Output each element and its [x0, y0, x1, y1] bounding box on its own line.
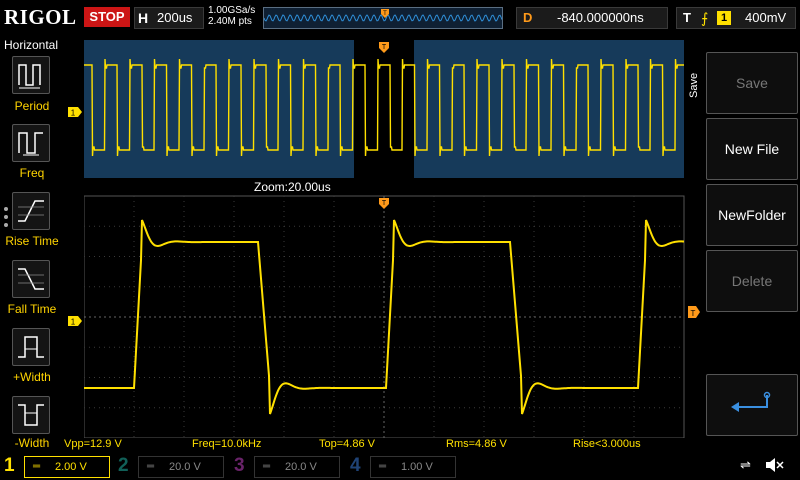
horizontal-measure-menu: Horizontal Period Freq Rise Time Fall Ti… [0, 38, 62, 452]
dc-coupling-icon: ═ [263, 461, 271, 472]
channel-2-scale-box: ═ 20.0 V [138, 456, 224, 478]
delete-button[interactable]: Delete [706, 250, 798, 312]
negative-width-icon[interactable] [12, 396, 50, 434]
trigger-source: 1 [717, 11, 731, 25]
rising-edge-icon: ⨍ [701, 10, 709, 26]
menu-page-dots [2, 206, 10, 235]
channel-2-number: 2 [118, 455, 129, 476]
speaker-muted-icon[interactable] [764, 456, 784, 479]
zoom-window [354, 40, 414, 178]
svg-text:1: 1 [71, 318, 76, 327]
delay-value: -840.000000ns [557, 10, 644, 25]
channel-1-scale-box: ═ 2.00 V [24, 456, 110, 478]
dc-coupling-icon: ═ [33, 461, 41, 472]
acquisition-info: 1.00GSa/s 2.40M pts [208, 5, 255, 27]
save-button[interactable]: Save [706, 52, 798, 114]
timebase-box[interactable]: H 200us [134, 7, 204, 29]
svg-text:T: T [382, 44, 387, 51]
channel-4-scale: 1.00 V [401, 461, 433, 473]
channel-2-scale: 20.0 V [169, 461, 201, 473]
left-menu-title: Horizontal [3, 38, 59, 52]
status-bar: RIGOL STOP H 200us 1.00GSa/s 2.40M pts T… [0, 0, 800, 36]
new-file-button[interactable]: New File [706, 118, 798, 180]
measurement-rms: Rms=4.86 V [446, 438, 507, 450]
channel-4-scale-box: ═ 1.00 V [370, 456, 456, 478]
freq-label[interactable]: Freq [0, 166, 64, 180]
positive-width-icon[interactable] [12, 328, 50, 366]
channel-3-number: 3 [234, 455, 245, 476]
timebase-letter: H [138, 10, 149, 26]
trigger-level: 400mV [745, 10, 787, 25]
timebase-value: 200us [157, 10, 193, 25]
measurement-top: Top=4.86 V [319, 438, 375, 450]
freq-icon[interactable] [12, 124, 50, 162]
measurement-rise: Rise<3.000us [573, 438, 641, 450]
channel-1-scale: 2.00 V [55, 461, 87, 473]
run-stop-indicator[interactable]: STOP [84, 7, 130, 27]
ch1-offset-marker[interactable]: 1 [68, 313, 82, 331]
trigger-letter: T [683, 10, 691, 25]
delay-box[interactable]: D -840.000000ns [516, 7, 668, 29]
svg-text:T: T [691, 309, 696, 318]
svg-text:1: 1 [71, 109, 76, 118]
save-menu: Save New File NewFolder Delete [706, 40, 798, 436]
rise-time-label[interactable]: Rise Time [0, 234, 64, 248]
period-icon[interactable] [12, 56, 50, 94]
zoom-timebase-label: Zoom:20.00us [254, 180, 331, 194]
channel-3-scale: 20.0 V [285, 461, 317, 473]
memory-overview[interactable]: T [263, 7, 503, 29]
negative-width-label[interactable]: -Width [0, 436, 64, 450]
fall-time-label[interactable]: Fall Time [0, 302, 64, 316]
new-folder-button[interactable]: NewFolder [706, 184, 798, 246]
waveform-canvas: T T T [83, 40, 700, 439]
delay-letter: D [523, 10, 533, 25]
sample-rate: 1.00GSa/s [208, 5, 256, 16]
svg-text:T: T [383, 11, 387, 17]
memory-overview-graphic: T [263, 8, 503, 28]
rise-time-icon[interactable] [12, 192, 50, 230]
dc-coupling-icon: ═ [147, 461, 155, 472]
positive-width-label[interactable]: +Width [0, 370, 64, 384]
enter-icon [731, 391, 771, 412]
right-menu-title: Save [688, 72, 700, 98]
trigger-level-marker: T [688, 306, 700, 318]
svg-text:T: T [382, 200, 387, 207]
measurement-freq: Freq=10.0kHz [192, 438, 262, 450]
fall-time-icon[interactable] [12, 260, 50, 298]
channel-3-scale-box: ═ 20.0 V [254, 456, 340, 478]
dc-coupling-icon: ═ [379, 461, 387, 472]
channel-4-number: 4 [350, 455, 361, 476]
measurement-vpp: Vpp=12.9 V [64, 438, 122, 450]
waveform-display[interactable]: T T T [83, 36, 700, 439]
enter-button[interactable] [706, 374, 798, 436]
channel-1-number: 1 [4, 455, 15, 476]
brand-logo: RIGOL [4, 5, 77, 29]
usb-icon: ⇌ [740, 457, 751, 472]
period-label[interactable]: Period [0, 99, 64, 113]
channel-bar: 1 ═ 2.00 V 2 ═ 20.0 V 3 ═ 20.0 V 4 ═ 1.0… [0, 452, 800, 480]
trigger-box[interactable]: T ⨍ 1 400mV [676, 7, 796, 29]
memory-depth: 2.40M pts [208, 16, 252, 27]
ch1-overview-marker: 1 [68, 104, 82, 122]
